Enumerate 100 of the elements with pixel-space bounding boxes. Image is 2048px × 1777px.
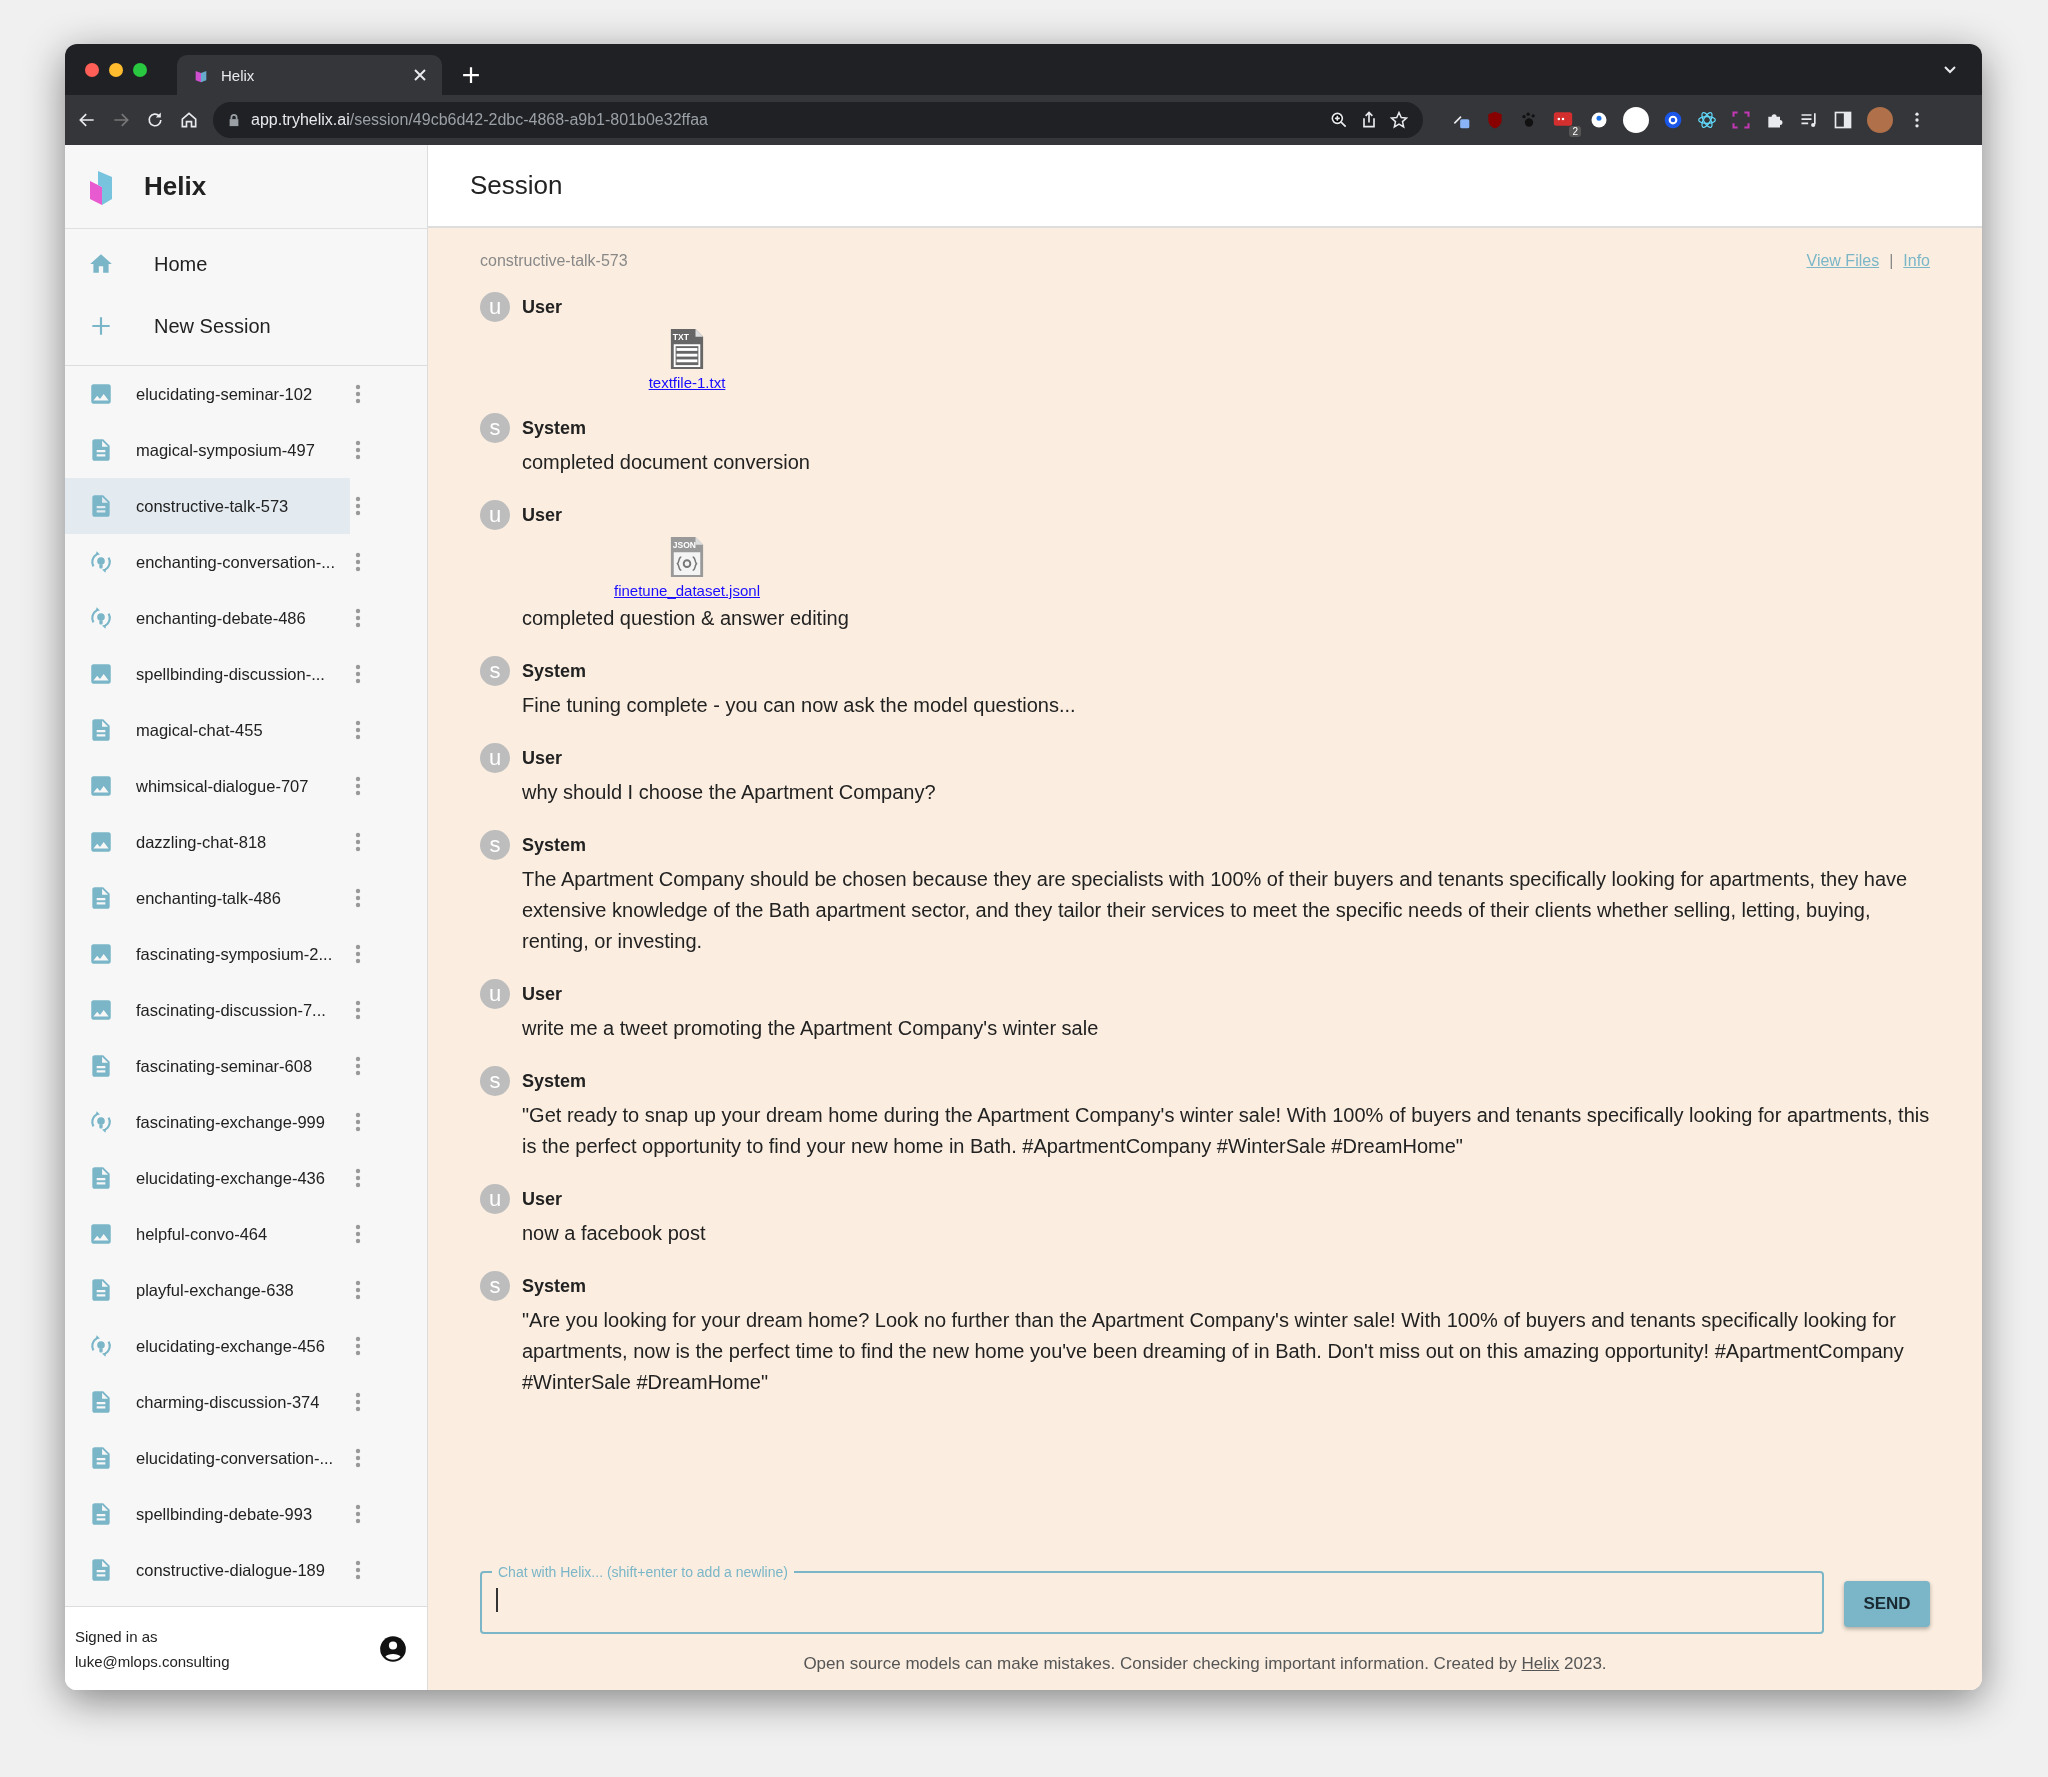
session-item[interactable]: constructive-dialogue-189 (65, 1542, 350, 1598)
session-item[interactable]: whimsical-dialogue-707 (65, 758, 350, 814)
more-options-icon[interactable] (354, 495, 362, 517)
message-text: completed document conversion (522, 450, 811, 475)
message-author: System (522, 1070, 587, 1092)
profile-avatar[interactable] (1867, 107, 1893, 133)
more-options-icon[interactable] (354, 1279, 362, 1301)
image-icon (88, 1221, 114, 1247)
more-options-icon[interactable] (354, 1055, 362, 1077)
close-icon[interactable] (412, 67, 428, 83)
message-author: User (522, 1188, 563, 1210)
message-text: write me a tweet promoting the Apartment Company's winter sale (522, 1016, 1100, 1041)
session-item[interactable]: elucidating-conversation-... (65, 1430, 350, 1486)
playlist-icon[interactable] (1799, 110, 1819, 130)
avatar: s (480, 1271, 510, 1301)
more-options-icon[interactable] (354, 1167, 362, 1189)
session-item[interactable]: spellbinding-discussion-... (65, 646, 350, 702)
message-author: System (522, 1275, 587, 1297)
session-item[interactable]: fascinating-symposium-2... (65, 926, 350, 982)
message-author: User (522, 747, 563, 769)
link-separator: | (1889, 252, 1894, 270)
more-options-icon[interactable] (354, 1391, 362, 1413)
more-options-icon[interactable] (354, 775, 362, 797)
more-options-icon[interactable] (354, 719, 362, 741)
message-author: User (522, 296, 563, 318)
zoom-icon[interactable] (1329, 110, 1349, 130)
nav-item[interactable]: New Session (65, 295, 427, 357)
session-item[interactable]: magical-chat-455 (65, 702, 350, 758)
nav-item[interactable]: Home (65, 233, 427, 295)
session-item[interactable]: fascinating-exchange-999 (65, 1094, 350, 1150)
message-author: System (522, 660, 587, 682)
session-item[interactable]: elucidating-exchange-456 (65, 1318, 350, 1374)
image-icon (88, 997, 114, 1023)
avatar: u (480, 743, 510, 773)
atom-icon[interactable] (1697, 110, 1717, 130)
avatar: s (480, 1066, 510, 1096)
signed-in-label: Signed in as (75, 1627, 159, 1645)
session-item[interactable]: elucidating-seminar-102 (65, 366, 350, 422)
more-options-icon[interactable] (354, 831, 362, 853)
more-options-icon[interactable] (354, 1503, 362, 1525)
more-options-icon[interactable] (354, 1335, 362, 1357)
session-item[interactable]: playful-exchange-638 (65, 1262, 350, 1318)
side-panel-icon[interactable] (1833, 110, 1853, 130)
more-options-icon[interactable] (354, 383, 362, 405)
image-icon (88, 829, 114, 855)
more-options-icon[interactable] (354, 1111, 362, 1133)
extension-badge: 2 (1569, 126, 1581, 137)
session-item[interactable]: constructive-talk-573 (65, 478, 350, 534)
session-item[interactable]: elucidating-exchange-436 (65, 1150, 350, 1206)
more-options-icon[interactable] (354, 999, 362, 1021)
more-options-icon[interactable] (354, 943, 362, 965)
more-options-icon[interactable] (354, 551, 362, 573)
message-text: "Get ready to snap up your dream home during the Apartment Company's winter sale! With 100% of buyers and tenants specifically looking for apartments, this is the perfect opportunity to find your new home in Bath. #ApartmentCompany #WinterSale #DreamHome" (522, 1103, 1930, 1159)
more-options-icon[interactable] (354, 887, 362, 909)
frame-icon[interactable] (1731, 110, 1751, 130)
session-item[interactable]: charming-discussion-374 (65, 1374, 350, 1430)
lock-icon (227, 113, 241, 127)
session-item[interactable]: fascinating-seminar-608 (65, 1038, 350, 1094)
session-item[interactable]: dazzling-chat-818 (65, 814, 350, 870)
message-text: The Apartment Company should be chosen because they are specialists with 100% of their buyers and tenants specifically looking for apartments, they have extensive knowledge of the Bath apartment sector, and they tailor their services to meet the specific needs of their clients whether selling, letting, buying, renting, or investing. (522, 867, 1909, 954)
refresh-bulb-icon (88, 549, 114, 575)
session-item[interactable]: fascinating-discussion-7... (65, 982, 350, 1038)
maximize-window-button[interactable] (133, 62, 147, 77)
image-icon (88, 661, 114, 687)
logo-icon (88, 168, 114, 205)
image-icon (88, 941, 114, 967)
session-item[interactable]: enchanting-debate-486 (65, 590, 350, 646)
browser-tab[interactable]: Helix (177, 55, 442, 95)
avatar: u (480, 500, 510, 530)
message-text: now a facebook post (522, 1221, 707, 1246)
session-item[interactable]: enchanting-talk-486 (65, 870, 350, 926)
reload-icon[interactable] (145, 110, 165, 130)
more-options-icon[interactable] (354, 663, 362, 685)
more-options-icon[interactable] (354, 1559, 362, 1581)
session-item[interactable]: helpful-convo-464 (65, 1206, 350, 1262)
file-link[interactable]: finetune_dataset.jsonl (614, 582, 760, 599)
ring-icon[interactable] (1663, 110, 1683, 130)
address-bar[interactable]: app.tryhelix.ai/session/49cb6d42-2dbc-4868-a9b1-801b0e32ffaa (213, 102, 1423, 138)
helix-link[interactable]: Helix (1521, 1654, 1560, 1673)
message-text: why should I choose the Apartment Company? (522, 780, 937, 805)
image-icon (88, 773, 114, 799)
more-options-icon[interactable] (354, 1447, 362, 1469)
minimize-window-button[interactable] (109, 62, 123, 77)
refresh-bulb-icon (88, 605, 114, 631)
close-window-button[interactable] (85, 62, 99, 77)
session-item[interactable]: magical-symposium-497 (65, 422, 350, 478)
more-options-icon[interactable] (354, 1223, 362, 1245)
file-icon: JSON (669, 534, 705, 580)
more-options-icon[interactable] (354, 607, 362, 629)
session-item[interactable]: enchanting-conversation-... (65, 534, 350, 590)
session-item[interactable]: spellbinding-debate-993 (65, 1486, 350, 1542)
message-author: System (522, 834, 587, 856)
user-email: luke@mlops.consulting (75, 1652, 231, 1670)
file-link[interactable]: textfile-1.txt (648, 374, 726, 391)
account-icon[interactable] (379, 1634, 407, 1663)
more-options-icon[interactable] (354, 439, 362, 461)
new-tab-icon[interactable] (462, 66, 480, 84)
home-icon[interactable] (179, 110, 199, 130)
star-icon[interactable] (1389, 110, 1409, 130)
send-button[interactable]: SEND (1844, 1581, 1930, 1627)
